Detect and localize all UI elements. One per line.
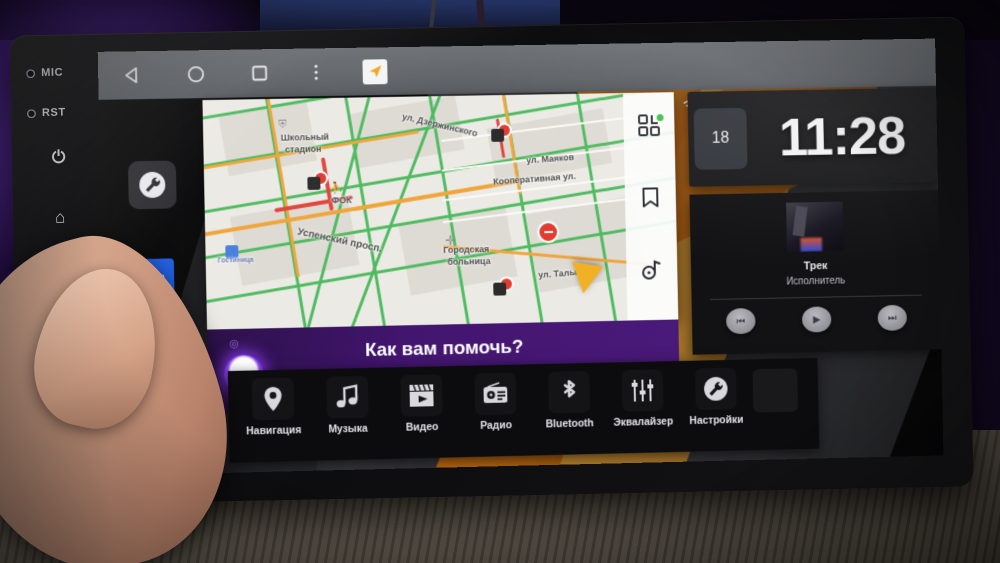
assistant-prompt: Как вам помочь? <box>364 336 524 362</box>
clapperboard-icon <box>400 374 443 417</box>
mic-hole-icon <box>26 68 36 78</box>
dock-label-radio: Радио <box>480 419 513 432</box>
navigation-cursor-icon <box>567 261 604 296</box>
track-title: Трек <box>803 260 828 273</box>
photo-scene: MIC RST ⏻ ⌂ ↶ ◂+ ◂- <box>0 0 1000 563</box>
bookmark-icon[interactable] <box>640 186 660 213</box>
bezel-reset-label: RST <box>41 106 66 119</box>
map-label-1: стадион <box>284 143 322 155</box>
map-pin-icon <box>251 377 295 421</box>
map-label-0: Школьный <box>280 131 330 143</box>
music-disc-icon[interactable] <box>641 259 663 286</box>
dock-item-settings[interactable]: Настройки <box>679 367 752 427</box>
sport-center-icon: ⛹ <box>329 182 344 195</box>
bezel-reset[interactable]: RST <box>26 106 105 120</box>
track-artist: Исполнитель <box>786 275 846 288</box>
bezel-mic-label: MIC <box>41 66 64 79</box>
power-icon: ⏻ <box>51 147 67 167</box>
back-button[interactable] <box>122 65 142 85</box>
stadium-icon: ⛨ <box>278 118 287 131</box>
music-note-icon <box>326 375 369 419</box>
next-button[interactable]: ⏭ <box>877 304 908 331</box>
equalizer-icon <box>621 369 664 412</box>
media-separator <box>710 294 922 301</box>
settings-wrench-icon[interactable] <box>127 160 177 210</box>
map-label-8: больница <box>447 256 491 267</box>
app-dock: Навигация Музыка Видео Радио Bluetooth Э… <box>227 357 820 463</box>
navigation-arrow-icon[interactable] <box>362 58 388 84</box>
overflow-menu-button[interactable] <box>313 62 319 82</box>
dock-label-music: Музыка <box>328 422 368 436</box>
home-button[interactable] <box>186 64 206 84</box>
reset-hole-icon <box>26 108 37 118</box>
dock-label-settings: Настройки <box>689 413 744 427</box>
wrench-icon <box>694 367 737 411</box>
dock-item-equalizer[interactable]: Эквалайзер <box>606 369 680 429</box>
dock-label-equalizer: Эквалайзер <box>613 415 674 429</box>
dock-item-music[interactable]: Музыка <box>310 375 384 436</box>
previous-button[interactable]: ⏮ <box>725 307 756 335</box>
dock-item-bluetooth[interactable]: Bluetooth <box>532 370 606 431</box>
map-label-10: Гостиница <box>217 256 254 265</box>
dock-label-bluetooth: Bluetooth <box>545 417 594 431</box>
dock-label-video: Видео <box>405 421 439 434</box>
clock-time: 11:28 <box>778 105 906 168</box>
map-canvas[interactable]: ✛ ⛨ ⛹ Школьный стадион ФОК ул. Дзержинск… <box>202 92 679 330</box>
dock-label-navigation: Навигация <box>246 424 302 438</box>
map-label-2: ФОК <box>331 195 352 206</box>
media-player-widget[interactable]: Трек Исполнитель ⏮ ▶ ⏭ <box>689 189 942 355</box>
dock-item-navigation[interactable]: Навигация <box>236 377 311 437</box>
recents-button[interactable] <box>249 63 269 83</box>
traffic-camera-icon-2 <box>491 128 505 142</box>
map-side-rail <box>622 92 679 330</box>
dock-item-radio[interactable]: Радио <box>459 372 533 432</box>
clock-badge: 18 <box>693 107 748 170</box>
media-controls: ⏮ ▶ ⏭ <box>725 304 908 335</box>
traffic-camera-icon <box>307 176 321 190</box>
clock-widget[interactable]: 18 11:28 <box>687 87 938 187</box>
home-icon: ⌂ <box>54 207 67 227</box>
status-green-dot <box>656 114 664 122</box>
bezel-mic[interactable]: MIC <box>26 66 104 80</box>
play-button[interactable]: ▶ <box>801 306 832 333</box>
radio-icon <box>474 372 517 416</box>
dock-empty-slot[interactable] <box>752 368 799 413</box>
dock-item-video[interactable]: Видео <box>385 374 459 434</box>
album-art-icon <box>786 201 844 253</box>
traffic-camera-icon-3 <box>493 282 507 296</box>
map-widget[interactable]: ✛ ⛨ ⛹ Школьный стадион ФОК ул. Дзержинск… <box>202 92 679 330</box>
bluetooth-icon <box>548 370 591 414</box>
map-label-7: Городская <box>443 244 490 255</box>
